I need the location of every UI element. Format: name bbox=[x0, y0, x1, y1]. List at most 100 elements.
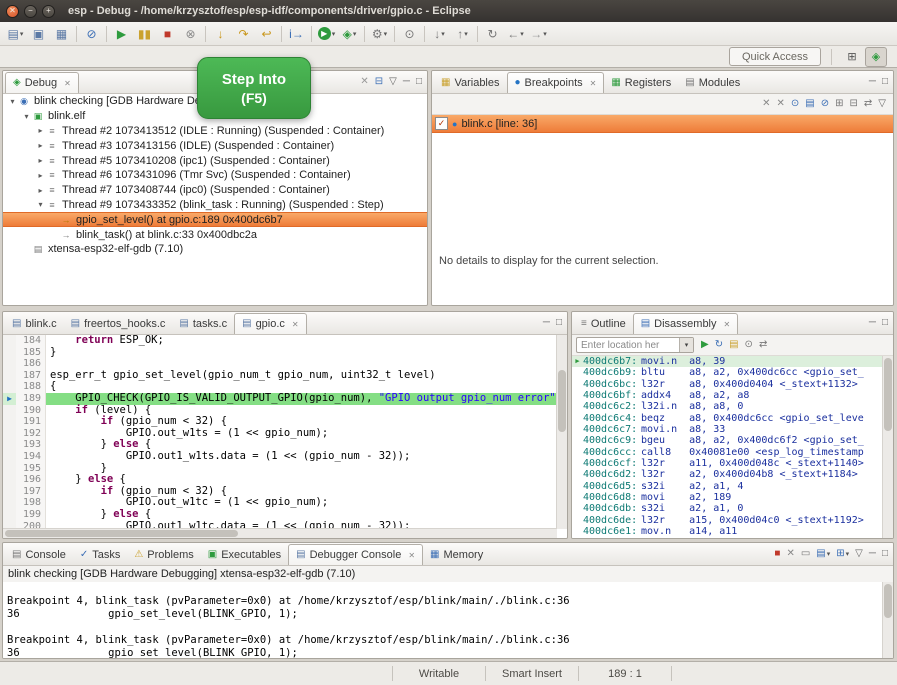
debug-tree-item[interactable]: ▸≡Thread #3 1073413156 (IDLE) (Suspended… bbox=[3, 138, 427, 153]
open-console-button[interactable]: ⊞▾ bbox=[833, 545, 852, 563]
forward-button[interactable]: →▾ bbox=[527, 24, 550, 44]
tab-disassembly[interactable]: ▤Disassembly✕ bbox=[633, 313, 739, 334]
disassembly-row[interactable]: 400dc6c4:beqz a8, 0x400dc6cc <gpio_set_l… bbox=[572, 413, 883, 424]
expand-arrow-icon[interactable]: ▸ bbox=[35, 171, 46, 180]
disassembly-row[interactable]: 400dc6c2:l32i.n a8, a8, 0 bbox=[572, 401, 883, 412]
disassembly-row[interactable]: 400dc6e1:mov.n a14, a11 bbox=[572, 526, 883, 537]
dropdown-arrow-icon[interactable]: ▾ bbox=[353, 30, 357, 38]
code-line[interactable]: 191 if (gpio_num < 32) { bbox=[3, 416, 557, 428]
tab-registers[interactable]: ▦Registers bbox=[604, 72, 678, 93]
tab-variables[interactable]: ▦Variables bbox=[434, 72, 507, 93]
tab-executables[interactable]: ▣Executables bbox=[201, 544, 288, 565]
maximize-button[interactable]: □ bbox=[879, 73, 891, 91]
breakpoint-row[interactable]: ✓●blink.c [line: 36] bbox=[432, 115, 893, 133]
view-menu-button[interactable]: ▽ bbox=[386, 73, 400, 91]
tab-debug[interactable]: ◈Debug✕ bbox=[5, 72, 79, 93]
disassembly-row[interactable]: 400dc6d8:movi a2, 189 bbox=[572, 492, 883, 503]
maximize-window-button[interactable]: + bbox=[42, 5, 55, 18]
dropdown-arrow-icon[interactable]: ▾ bbox=[464, 30, 468, 38]
debug-perspective-button[interactable]: ◈ bbox=[865, 47, 887, 67]
disassembly-row[interactable]: 400dc6c9:bgeu a8, a2, 0x400dc6f2 <gpio_s… bbox=[572, 435, 883, 446]
scrollbar-thumb[interactable] bbox=[884, 358, 892, 431]
remove-all-breakpoints-button[interactable]: ✕ bbox=[774, 95, 788, 113]
scrollbar-thumb[interactable] bbox=[5, 530, 238, 537]
expand-arrow-icon[interactable]: ▸ bbox=[35, 156, 46, 165]
disassembly-row[interactable]: ▶400dc6b7:movi.n a8, 39 bbox=[572, 356, 883, 367]
dropdown-arrow-icon[interactable]: ▾ bbox=[520, 30, 524, 38]
tab-freertos-hooks-c[interactable]: ▤freertos_hooks.c bbox=[64, 313, 173, 334]
terminate-button[interactable]: ■ bbox=[771, 545, 783, 563]
minimize-button[interactable]: ─ bbox=[866, 314, 879, 332]
disassembly-row[interactable]: 400dc6d5:s32i a2, a1, 4 bbox=[572, 481, 883, 492]
close-icon[interactable]: ✕ bbox=[408, 551, 415, 560]
disassembly-row[interactable]: 400dc6d2:l32r a2, 0x400d04b8 <_stext+118… bbox=[572, 469, 883, 480]
location-input[interactable]: Enter location her ▾ bbox=[576, 337, 694, 353]
dropdown-arrow-icon[interactable]: ▾ bbox=[846, 550, 850, 558]
minimize-button[interactable]: ─ bbox=[866, 545, 879, 563]
tab-problems[interactable]: ⚠Problems bbox=[127, 544, 200, 565]
disassembly-scrollbar[interactable] bbox=[882, 356, 893, 538]
step-return-button[interactable]: ↩ bbox=[255, 24, 278, 44]
console-scrollbar[interactable] bbox=[882, 582, 893, 658]
tab-breakpoints[interactable]: ●Breakpoints✕ bbox=[507, 72, 605, 93]
disassembly-row[interactable]: 400dc6de:l32r a15, 0x400d04c0 <_stext+11… bbox=[572, 515, 883, 526]
collapse-all-button[interactable]: ⊟ bbox=[847, 95, 861, 113]
save-all-button[interactable]: ▦ bbox=[50, 24, 73, 44]
remove-all-terminated-button[interactable]: ✕ bbox=[357, 73, 371, 91]
previous-annotation-button[interactable]: ↑▾ bbox=[451, 24, 474, 44]
code-line[interactable]: 185} bbox=[3, 347, 557, 359]
maximize-button[interactable]: □ bbox=[553, 314, 565, 332]
disassembly-row[interactable]: 400dc6db:s32i a2, a1, 0 bbox=[572, 503, 883, 514]
tab-blink-c[interactable]: ▤blink.c bbox=[5, 313, 64, 334]
minimize-button[interactable]: ─ bbox=[866, 73, 879, 91]
maximize-button[interactable]: □ bbox=[879, 545, 891, 563]
goto-program-counter-button[interactable]: ▶ bbox=[698, 336, 712, 354]
breakpoint-checkbox[interactable]: ✓ bbox=[435, 117, 448, 130]
debug-tree-item[interactable]: →blink_task() at blink.c:33 0x400dbc2a bbox=[3, 227, 427, 242]
quick-access-button[interactable]: Quick Access bbox=[729, 47, 821, 66]
sync-with-active-context-button[interactable]: ⇄ bbox=[756, 336, 770, 354]
expand-all-button[interactable]: ⊞ bbox=[832, 95, 846, 113]
next-annotation-button[interactable]: ↓▾ bbox=[428, 24, 451, 44]
editor-horizontal-scrollbar[interactable] bbox=[3, 528, 557, 538]
maximize-button[interactable]: □ bbox=[413, 73, 425, 91]
tab-outline[interactable]: ≡Outline bbox=[574, 313, 633, 334]
debug-button[interactable]: ◈▾ bbox=[338, 24, 361, 44]
minimize-button[interactable]: ─ bbox=[540, 314, 553, 332]
disconnect-button[interactable]: ⊗ bbox=[179, 24, 202, 44]
track-expression-button[interactable]: ⊙ bbox=[742, 336, 756, 354]
show-breakpoints-for-selection-button[interactable]: ⊙ bbox=[788, 95, 802, 113]
debug-tree-item[interactable]: ▤xtensa-esp32-elf-gdb (7.10) bbox=[3, 242, 427, 257]
debug-tree-item[interactable]: ▸≡Thread #2 1073413512 (IDLE : Running) … bbox=[3, 124, 427, 139]
disassembly-row[interactable]: 400dc6c7:movi.n a8, 33 bbox=[572, 424, 883, 435]
code-line[interactable]: 194 GPIO.out1_w1ts.data = (1 << (gpio_nu… bbox=[3, 451, 557, 463]
disassembly-row[interactable]: 400dc6cc:call8 0x40081e00 <esp_log_times… bbox=[572, 447, 883, 458]
editor-content[interactable]: 184 return ESP_OK; 185} 186 187esp_err_t… bbox=[3, 335, 567, 538]
link-with-debug-view-button[interactable]: ⇄ bbox=[861, 95, 875, 113]
view-menu-button[interactable]: ▽ bbox=[852, 545, 866, 563]
code-line[interactable]: 184 return ESP_OK; bbox=[3, 335, 557, 347]
tab-memory[interactable]: ▦Memory bbox=[423, 544, 490, 565]
tab-tasks[interactable]: ✓Tasks bbox=[73, 544, 128, 565]
tab-debugger-console[interactable]: ▤Debugger Console✕ bbox=[288, 544, 423, 565]
code-line[interactable]: 196 } else { bbox=[3, 474, 557, 486]
debug-tree-item[interactable]: →gpio_set_level() at gpio.c:189 0x400dc6… bbox=[3, 212, 427, 227]
collapse-arrow-icon[interactable]: ▾ bbox=[35, 200, 46, 209]
show-source-button[interactable]: ▤ bbox=[726, 336, 741, 354]
tab-tasks-c[interactable]: ▤tasks.c bbox=[172, 313, 234, 334]
close-icon[interactable]: ✕ bbox=[292, 320, 299, 329]
dropdown-arrow-icon[interactable]: ▾ bbox=[332, 30, 336, 38]
clear-console-button[interactable]: ▭ bbox=[798, 545, 813, 563]
view-menu-button[interactable]: ▽ bbox=[875, 95, 889, 113]
close-icon[interactable]: ✕ bbox=[64, 79, 71, 88]
maximize-button[interactable]: □ bbox=[879, 314, 891, 332]
dropdown-arrow-icon[interactable]: ▾ bbox=[543, 30, 547, 38]
close-icon[interactable]: ✕ bbox=[724, 320, 731, 329]
instruction-stepping-button[interactable]: i→ bbox=[285, 24, 308, 44]
terminate-button[interactable]: ■ bbox=[156, 24, 179, 44]
debug-tree-item[interactable]: ▸≡Thread #7 1073408744 (ipc0) (Suspended… bbox=[3, 183, 427, 198]
skip-all-breakpoints-button[interactable]: ⊘ bbox=[80, 24, 103, 44]
refresh-view-button[interactable]: ↻ bbox=[712, 336, 726, 354]
new-wizard-button[interactable]: ▤▾ bbox=[4, 24, 27, 44]
search-button[interactable]: ⊙ bbox=[398, 24, 421, 44]
